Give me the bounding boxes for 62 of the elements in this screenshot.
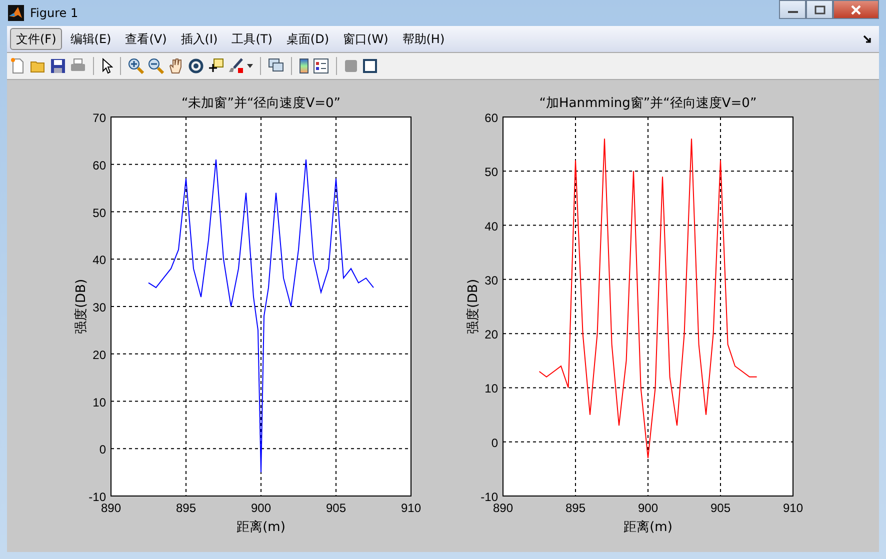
window-title: Figure 1 — [30, 6, 78, 20]
tick-label: 910 — [782, 501, 804, 515]
tick-label: 900 — [250, 501, 272, 515]
tick-label: 0 — [491, 436, 498, 450]
tick-label: 60 — [484, 111, 498, 125]
close-button[interactable] — [833, 0, 879, 19]
chart-title: “加Hanmming窗”并“径向速度V=0” — [539, 96, 757, 111]
tick-label: 890 — [492, 501, 514, 515]
tick-label: -10 — [88, 490, 106, 504]
tick-label: 30 — [92, 300, 106, 314]
y-axis-label: 强度(DB) — [74, 278, 89, 334]
menu-item[interactable]: 工具(T) — [226, 28, 278, 50]
tick-label: 895 — [176, 501, 196, 515]
linked-windows-icon[interactable] — [268, 58, 284, 74]
y-axis-label: 强度(DB) — [466, 278, 481, 334]
menu-item[interactable]: 桌面(D) — [280, 28, 336, 50]
tick-label: 30 — [484, 273, 498, 288]
tick-label: 900 — [638, 501, 658, 515]
hand-icon[interactable] — [168, 58, 184, 74]
tick-label: 10 — [484, 382, 498, 396]
tick-label: 60 — [92, 158, 106, 172]
tick-label: 905 — [710, 501, 731, 515]
menu-item[interactable]: 窗口(W) — [337, 28, 394, 50]
tick-label: 50 — [484, 165, 498, 180]
minimize-button[interactable] — [779, 0, 806, 19]
menu-item[interactable]: 编辑(E) — [64, 28, 118, 50]
save-icon[interactable] — [50, 58, 66, 74]
tick-label: 890 — [100, 501, 122, 515]
tick-label: 50 — [92, 206, 106, 220]
menu-item[interactable]: 帮助(H) — [396, 28, 451, 50]
new-file-icon[interactable] — [10, 58, 26, 74]
x-axis-label: 距离(m) — [236, 520, 286, 535]
menu-item[interactable]: 插入(I) — [174, 28, 224, 50]
legend-icon[interactable] — [313, 58, 329, 74]
menu-item[interactable]: 查看(V) — [119, 28, 173, 50]
tick-label: 905 — [326, 501, 346, 515]
tick-label: 70 — [92, 111, 106, 125]
tick-label: 40 — [92, 253, 106, 268]
maximize-icon — [814, 4, 826, 14]
data-cursor-icon[interactable] — [208, 58, 224, 74]
colorbar-icon[interactable] — [299, 58, 309, 74]
maximize-button[interactable] — [806, 0, 833, 19]
zoom-out-icon[interactable] — [148, 58, 164, 74]
window-frame-icon[interactable] — [362, 58, 378, 74]
brush-icon[interactable] — [228, 58, 244, 74]
tick-label: 0 — [99, 442, 106, 457]
tick-label: 10 — [92, 395, 106, 410]
dock-arrow-icon[interactable] — [863, 34, 872, 44]
tick-label: 20 — [92, 348, 106, 362]
tick-label: -10 — [480, 490, 498, 504]
x-axis-label: 距离(m) — [624, 520, 672, 535]
tick-label: 40 — [484, 219, 498, 234]
zoom-in-icon[interactable] — [128, 58, 144, 74]
close-icon — [850, 4, 862, 14]
caret-icon[interactable] — [247, 64, 253, 68]
tick-label: 910 — [400, 501, 422, 515]
chart-title: “未加窗”并“径向速度V=0” — [182, 96, 340, 111]
pointer-icon[interactable] — [101, 58, 113, 74]
tick-label: 20 — [484, 328, 498, 342]
menu-item[interactable]: 文件(F) — [10, 28, 62, 50]
peak-logo-icon — [8, 5, 24, 21]
tick-label: 895 — [565, 501, 586, 515]
